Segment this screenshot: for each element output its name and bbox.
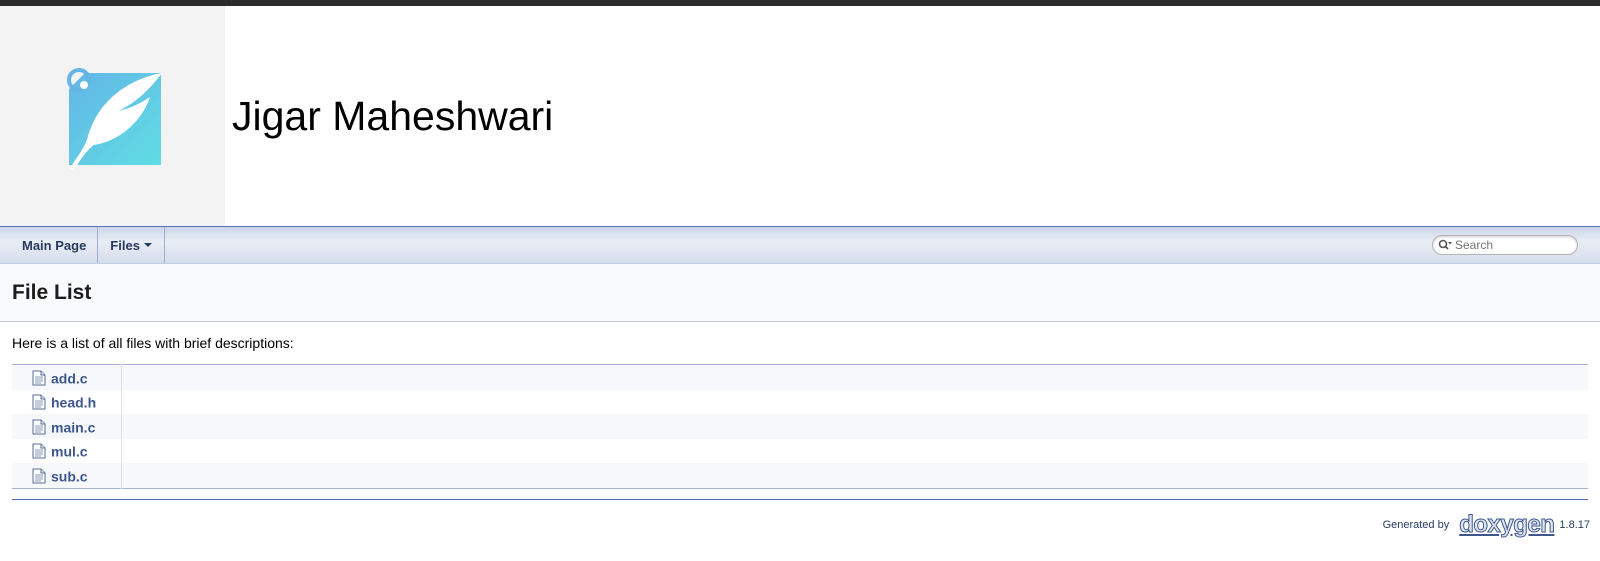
file-description	[122, 414, 1589, 439]
file-link[interactable]: head.h	[51, 394, 96, 410]
main-navbar: Main Page Files	[0, 227, 1600, 264]
file-row: add.c	[12, 364, 1589, 390]
file-entry-cell: main.c	[12, 414, 122, 439]
feather-quill-icon	[66, 68, 162, 170]
caret-down-icon	[143, 243, 152, 247]
file-entry-cell: head.h	[12, 389, 122, 414]
footer-divider	[12, 498, 1588, 500]
file-link[interactable]: mul.c	[51, 443, 88, 459]
project-logo	[0, 6, 225, 226]
nav-files-label: Files	[110, 237, 140, 253]
file-description	[122, 365, 1589, 390]
project-name: Jigar Maheshwari	[232, 92, 554, 139]
file-icon	[32, 468, 46, 484]
page-title-bar: File List	[0, 264, 1600, 322]
search-input[interactable]	[1455, 238, 1567, 252]
file-list-body: add.c head.h main.c mul.c sub.c	[12, 364, 1589, 488]
search-icon[interactable]	[1438, 239, 1452, 251]
file-row: mul.c	[12, 438, 1589, 464]
search-box[interactable]	[1432, 235, 1578, 255]
file-row: sub.c	[12, 463, 1588, 488]
intro-text: Here is a list of all files with brief d…	[12, 335, 294, 351]
file-link[interactable]: add.c	[51, 370, 88, 386]
generated-by-text: Generated by	[1382, 518, 1450, 531]
nav-main-page[interactable]: Main Page	[0, 227, 99, 263]
file-description	[122, 390, 1589, 415]
file-link[interactable]: main.c	[51, 419, 95, 435]
file-entry-cell: add.c	[12, 364, 122, 390]
file-icon	[32, 419, 46, 435]
page-header-banner: Jigar Maheshwari	[0, 6, 1600, 227]
page-contents: Here is a list of all files with brief d…	[0, 335, 1600, 489]
nav-files-menu[interactable]: Files	[98, 227, 165, 263]
file-icon	[32, 370, 46, 386]
doxygen-version: 1.8.17	[1559, 518, 1590, 531]
footer: Generated by doxygen 1.8.17	[0, 510, 1600, 539]
file-icon	[32, 443, 46, 459]
doxygen-logo-link[interactable]: doxygen	[1459, 510, 1556, 539]
file-icon	[32, 394, 46, 410]
file-entry-cell: mul.c	[12, 438, 122, 463]
file-link[interactable]: sub.c	[51, 468, 88, 484]
file-row: main.c	[12, 414, 1588, 439]
file-description	[122, 439, 1589, 464]
file-list-table: add.c head.h main.c mul.c sub.c	[12, 364, 1588, 489]
file-entry-cell: sub.c	[12, 463, 122, 488]
page-title: File List	[12, 280, 92, 304]
file-row: head.h	[12, 389, 1589, 415]
nav-main-page-label: Main Page	[22, 237, 87, 253]
file-description	[122, 463, 1589, 488]
